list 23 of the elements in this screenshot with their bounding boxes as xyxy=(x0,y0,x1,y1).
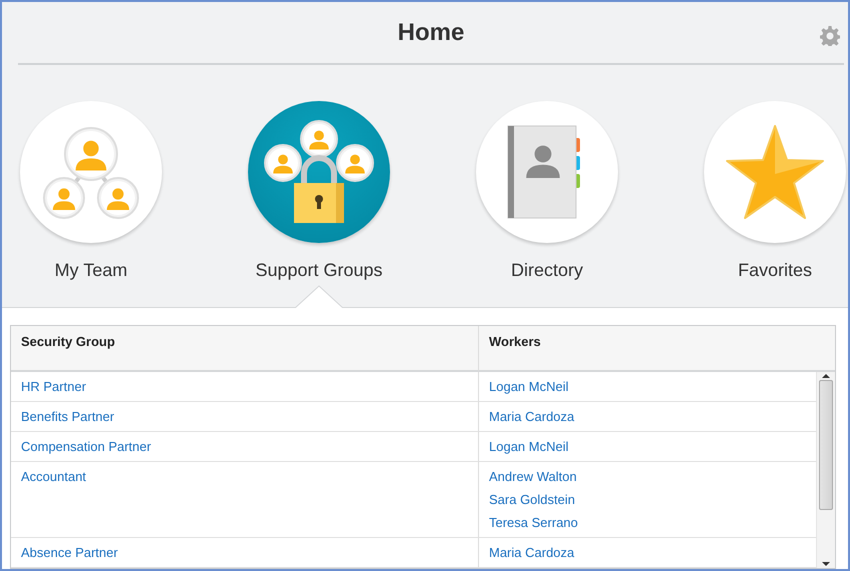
worker-link[interactable]: Teresa Serrano xyxy=(489,514,578,531)
worker-link[interactable]: Andrew Walton xyxy=(489,468,577,485)
worker-link[interactable]: Logan McNeil xyxy=(489,378,568,395)
worker-link[interactable]: Logan McNeil xyxy=(489,438,568,455)
column-header: Security Group xyxy=(11,326,479,372)
group-link[interactable]: Absence Partner xyxy=(21,544,118,561)
scrollbar[interactable] xyxy=(816,372,835,568)
star-icon xyxy=(725,124,825,220)
worker-link[interactable]: Sara Goldstein xyxy=(489,491,575,508)
tile-label: Favorites xyxy=(738,260,812,281)
group-link[interactable]: Compensation Partner xyxy=(21,438,152,455)
settings-icon[interactable] xyxy=(820,26,840,46)
scroll-down-icon[interactable] xyxy=(822,560,830,568)
group-link[interactable]: Accountant xyxy=(21,468,86,485)
worker-link[interactable]: Maria Cardoza xyxy=(489,544,574,561)
worker-link[interactable]: Maria Cardoza xyxy=(489,408,574,425)
group-link[interactable]: HR Partner xyxy=(21,378,86,395)
group-link[interactable]: Benefits Partner xyxy=(21,408,114,425)
tile-label: Directory xyxy=(510,260,583,281)
column-header: Workers xyxy=(479,326,835,372)
tile-label: Support Groups xyxy=(255,260,383,281)
page-title: Home xyxy=(398,18,464,46)
tile-label: My Team xyxy=(54,260,128,281)
